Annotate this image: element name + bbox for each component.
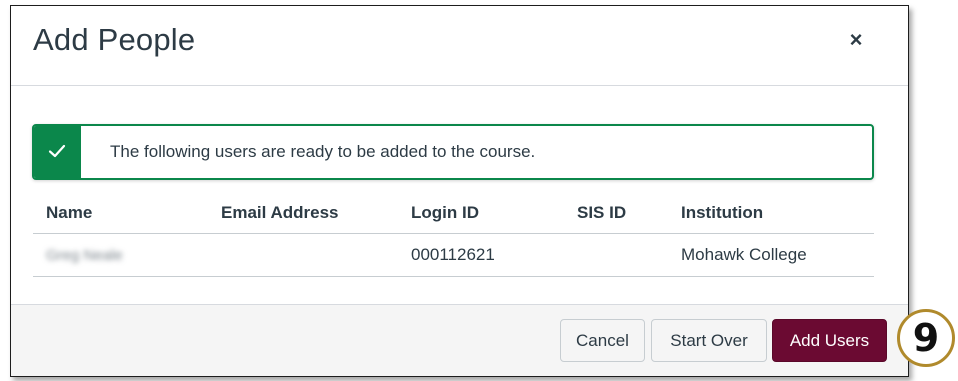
- start-over-button[interactable]: Start Over: [651, 319, 767, 362]
- cell-name: Greg Neale: [33, 233, 221, 277]
- alert-message: The following users are ready to be adde…: [110, 142, 536, 161]
- cell-sis-id: [577, 233, 681, 277]
- column-header-email: Email Address: [221, 193, 411, 234]
- close-icon: ×: [849, 27, 863, 52]
- dialog-title: Add People: [33, 22, 196, 57]
- success-alert: The following users are ready to be adde…: [32, 124, 874, 180]
- table-header-row: Name Email Address Login ID SIS ID Insti…: [33, 193, 874, 234]
- page: Add People × The following users are rea…: [0, 0, 958, 381]
- column-header-institution: Institution: [681, 193, 874, 234]
- dialog-header: Add People ×: [11, 6, 908, 86]
- step-number-badge: 9: [897, 309, 955, 367]
- table-row: Greg Neale 000112621 Mohawk College: [33, 233, 874, 277]
- add-people-dialog: Add People × The following users are rea…: [10, 5, 909, 377]
- checkmark-icon: [48, 144, 66, 158]
- cancel-button[interactable]: Cancel: [560, 319, 645, 362]
- add-users-button[interactable]: Add Users: [772, 319, 887, 362]
- user-name-blurred: Greg Neale: [46, 247, 123, 264]
- cell-login-id: 000112621: [411, 233, 577, 277]
- dialog-footer: Cancel Start Over Add Users: [11, 304, 908, 376]
- cell-email: [221, 233, 411, 277]
- alert-icon-box: [34, 126, 81, 178]
- users-table: Name Email Address Login ID SIS ID Insti…: [33, 193, 874, 277]
- cell-institution: Mohawk College: [681, 233, 874, 277]
- column-header-sis-id: SIS ID: [577, 193, 681, 234]
- column-header-login-id: Login ID: [411, 193, 577, 234]
- column-header-name: Name: [33, 193, 221, 234]
- close-button[interactable]: ×: [844, 28, 868, 52]
